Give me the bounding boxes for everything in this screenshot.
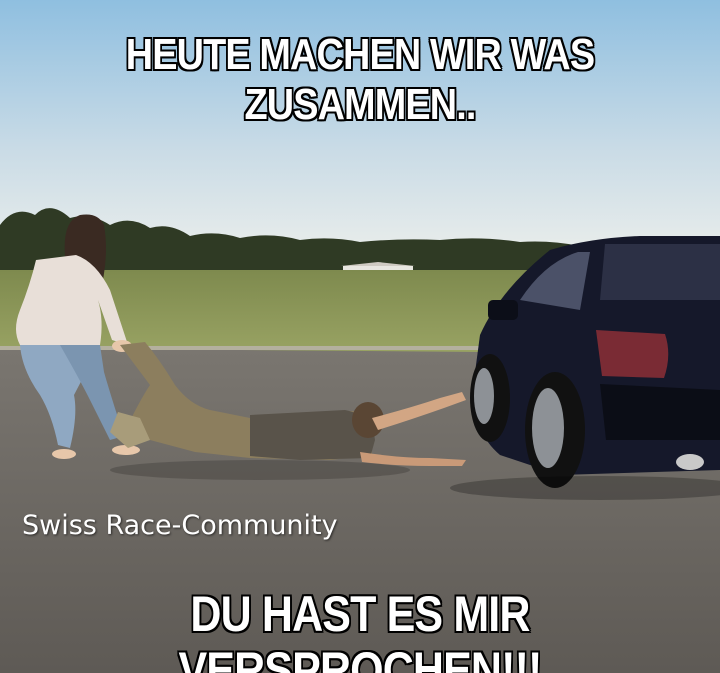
bottom-caption: DU HAST ES MIR VERSPROCHEN!!! <box>178 586 542 673</box>
meme-image: HEUTE MACHEN WIR WAS ZUSAMMEN.. Swiss Ra… <box>0 0 720 673</box>
watermark: Swiss Race-Community <box>22 510 338 541</box>
top-caption: HEUTE MACHEN WIR WAS ZUSAMMEN.. <box>125 30 595 129</box>
